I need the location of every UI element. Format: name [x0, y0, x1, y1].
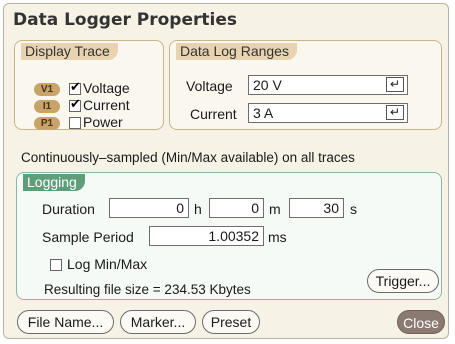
- minutes-unit: m: [269, 201, 281, 217]
- marker-button[interactable]: Marker...: [120, 310, 196, 334]
- voltage-range-value: 20 V: [253, 77, 282, 93]
- voltage-checkbox[interactable]: ✔: [69, 79, 81, 95]
- logging-label: Logging: [23, 174, 85, 191]
- sample-period-field[interactable]: 1.00352: [149, 226, 264, 246]
- voltage-trace-label: Voltage: [83, 80, 130, 96]
- file-size-text: Resulting file size = 234.53 Kbytes: [44, 282, 251, 297]
- data-log-ranges-group: Data Log Ranges Voltage 20 V ↵ Current 3…: [169, 40, 442, 130]
- seconds-unit: s: [350, 201, 357, 217]
- data-log-ranges-label: Data Log Ranges: [176, 43, 297, 60]
- display-trace-label: Display Trace: [21, 43, 118, 60]
- current-range-field[interactable]: 3 A ↵: [248, 103, 408, 123]
- preset-button[interactable]: Preset: [202, 310, 260, 334]
- data-logger-properties-dialog: Data Logger Properties Display Trace V1 …: [3, 3, 449, 339]
- voltage-range-field[interactable]: 20 V ↵: [248, 75, 408, 95]
- minutes-field[interactable]: 0: [209, 198, 264, 218]
- trigger-button[interactable]: Trigger...: [367, 269, 439, 293]
- enter-arrow-icon[interactable]: ↵: [386, 105, 404, 120]
- duration-label: Duration: [42, 201, 95, 217]
- current-range-value: 3 A: [253, 105, 274, 121]
- badge-v1: V1: [34, 83, 60, 96]
- voltage-range-label: Voltage: [186, 78, 233, 94]
- current-checkbox[interactable]: ✔: [69, 96, 81, 112]
- check-icon: ✔: [70, 96, 81, 111]
- badge-i1: I1: [34, 100, 60, 113]
- close-button[interactable]: Close: [397, 310, 445, 334]
- log-minmax-label: Log Min/Max: [67, 256, 148, 272]
- log-minmax-checkbox[interactable]: [50, 259, 62, 271]
- badge-p1: P1: [34, 117, 60, 130]
- power-checkbox[interactable]: [69, 117, 81, 129]
- current-range-label: Current: [190, 106, 237, 122]
- logging-group: Logging Duration 0 h 0 m 30 s Sample Per…: [16, 172, 442, 300]
- hours-field[interactable]: 0: [109, 198, 189, 218]
- file-name-button[interactable]: File Name...: [17, 310, 114, 334]
- current-trace-label: Current: [83, 97, 130, 113]
- display-trace-group: Display Trace V1 ✔ Voltage I1 ✔ Current …: [14, 40, 164, 130]
- power-trace-label: Power: [83, 114, 123, 130]
- hours-unit: h: [194, 201, 202, 217]
- sample-period-label: Sample Period: [42, 229, 134, 245]
- check-icon: ✔: [70, 79, 81, 94]
- sampling-info-text: Continuously–sampled (Min/Max available)…: [21, 150, 355, 165]
- enter-arrow-icon[interactable]: ↵: [386, 77, 404, 92]
- dialog-title: Data Logger Properties: [13, 10, 237, 30]
- seconds-field[interactable]: 30: [289, 198, 344, 218]
- sample-period-unit: ms: [268, 229, 287, 245]
